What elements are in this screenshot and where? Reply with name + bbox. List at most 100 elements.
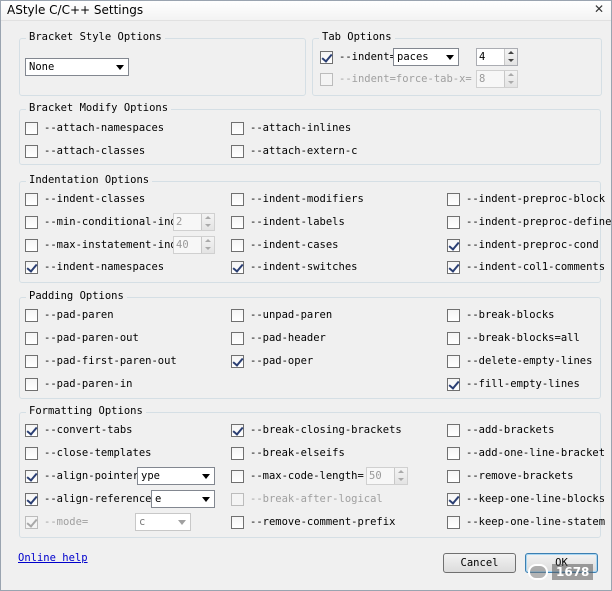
checkbox-box[interactable] bbox=[231, 331, 244, 345]
bracket-style-select[interactable]: None bbox=[25, 58, 129, 76]
max-instatement-checkbox[interactable]: --max-instatement-inde bbox=[25, 237, 183, 253]
max-instatement-spinner[interactable]: 40 bbox=[173, 236, 215, 254]
checkbox-box[interactable] bbox=[447, 515, 460, 529]
spinner-arrows-icon[interactable] bbox=[504, 71, 517, 87]
attach-classes-checkbox[interactable]: --attach-classes bbox=[25, 143, 145, 159]
checkbox-box[interactable] bbox=[231, 238, 244, 252]
spinner-arrows-icon[interactable] bbox=[201, 214, 214, 230]
checkbox-box[interactable] bbox=[320, 50, 333, 64]
add-one-line-bracket-checkbox[interactable]: --add-one-line-bracket bbox=[447, 445, 605, 461]
keep-one-line-blocks-checkbox[interactable]: --keep-one-line-blocks bbox=[447, 491, 605, 507]
indent-classes-checkbox[interactable]: --indent-classes bbox=[25, 191, 145, 207]
checkbox-box[interactable] bbox=[231, 354, 244, 368]
checkbox-box[interactable] bbox=[447, 192, 460, 206]
checkbox-box[interactable] bbox=[447, 377, 460, 391]
checkbox-box[interactable] bbox=[25, 377, 38, 391]
checkbox-box[interactable] bbox=[25, 121, 38, 135]
indent-mode-select[interactable]: paces bbox=[393, 48, 459, 66]
checkbox-box[interactable] bbox=[231, 423, 244, 437]
checkbox-box[interactable] bbox=[447, 331, 460, 345]
remove-brackets-checkbox[interactable]: --remove-brackets bbox=[447, 468, 573, 484]
max-code-length-checkbox[interactable]: --max-code-length= bbox=[231, 468, 364, 484]
checkbox-box[interactable] bbox=[25, 446, 38, 460]
break-closing-brackets-checkbox[interactable]: --break-closing-brackets bbox=[231, 422, 402, 438]
pad-header-checkbox[interactable]: --pad-header bbox=[231, 330, 326, 346]
cancel-button[interactable]: Cancel bbox=[443, 553, 516, 573]
indent-cases-checkbox[interactable]: --indent-cases bbox=[231, 237, 339, 253]
align-pointer-select[interactable]: ype bbox=[137, 467, 215, 485]
indent-switches-checkbox[interactable]: --indent-switches bbox=[231, 259, 357, 275]
indent-preproc-cond-checkbox[interactable]: --indent-preproc-cond bbox=[447, 237, 599, 253]
indent-labels-checkbox[interactable]: --indent-labels bbox=[231, 214, 345, 230]
add-brackets-checkbox[interactable]: --add-brackets bbox=[447, 422, 555, 438]
checkbox-box[interactable] bbox=[447, 469, 460, 483]
checkbox-box[interactable] bbox=[320, 72, 333, 86]
remove-comment-prefix-checkbox[interactable]: --remove-comment-prefix bbox=[231, 514, 395, 530]
indent-checkbox[interactable]: --indent= bbox=[320, 49, 396, 65]
force-tab-spinner[interactable]: 8 bbox=[476, 70, 518, 88]
checkbox-box[interactable] bbox=[25, 192, 38, 206]
break-blocks-checkbox[interactable]: --break-blocks bbox=[447, 307, 555, 323]
delete-empty-lines-checkbox[interactable]: --delete-empty-lines bbox=[447, 353, 592, 369]
close-icon[interactable]: ✕ bbox=[591, 1, 607, 17]
checkbox-box[interactable] bbox=[25, 515, 38, 529]
indent-namespaces-checkbox[interactable]: --indent-namespaces bbox=[25, 259, 164, 275]
checkbox-box[interactable] bbox=[231, 446, 244, 460]
close-templates-checkbox[interactable]: --close-templates bbox=[25, 445, 151, 461]
checkbox-box[interactable] bbox=[231, 260, 244, 274]
fill-empty-lines-checkbox[interactable]: --fill-empty-lines bbox=[447, 376, 580, 392]
indent-preproc-block-checkbox[interactable]: --indent-preproc-block bbox=[447, 191, 605, 207]
checkbox-box[interactable] bbox=[447, 423, 460, 437]
spinner-arrows-icon[interactable] bbox=[394, 468, 407, 484]
align-reference-checkbox[interactable]: --align-reference= bbox=[25, 491, 158, 507]
checkbox-box[interactable] bbox=[447, 260, 460, 274]
force-tab-checkbox[interactable]: --indent=force-tab-x= bbox=[320, 71, 472, 87]
keep-one-line-statements-checkbox[interactable]: --keep-one-line-statem bbox=[447, 514, 605, 530]
break-blocks-all-checkbox[interactable]: --break-blocks=all bbox=[447, 330, 580, 346]
indent-preproc-define-checkbox[interactable]: --indent-preproc-define bbox=[447, 214, 611, 230]
pad-first-paren-out-checkbox[interactable]: --pad-first-paren-out bbox=[25, 353, 177, 369]
indent-size-spinner[interactable]: 4 bbox=[476, 48, 518, 66]
align-pointer-checkbox[interactable]: --align-pointer= bbox=[25, 468, 145, 484]
checkbox-box[interactable] bbox=[447, 215, 460, 229]
pad-paren-in-checkbox[interactable]: --pad-paren-in bbox=[25, 376, 133, 392]
pad-paren-checkbox[interactable]: --pad-paren bbox=[25, 307, 114, 323]
min-conditional-spinner[interactable]: 2 bbox=[173, 213, 215, 231]
checkbox-box[interactable] bbox=[231, 492, 244, 506]
max-code-length-spinner[interactable]: 50 bbox=[366, 467, 408, 485]
checkbox-box[interactable] bbox=[231, 308, 244, 322]
spinner-arrows-icon[interactable] bbox=[504, 49, 517, 65]
checkbox-box[interactable] bbox=[231, 144, 244, 158]
convert-tabs-checkbox[interactable]: --convert-tabs bbox=[25, 422, 133, 438]
checkbox-box[interactable] bbox=[231, 515, 244, 529]
mode-checkbox[interactable]: --mode= bbox=[25, 514, 88, 530]
checkbox-box[interactable] bbox=[25, 308, 38, 322]
indent-col1-comments-checkbox[interactable]: --indent-col1-comments bbox=[447, 259, 605, 275]
min-conditional-checkbox[interactable]: --min-conditional-inde bbox=[25, 214, 183, 230]
spinner-arrows-icon[interactable] bbox=[201, 237, 214, 253]
mode-select[interactable]: c bbox=[135, 513, 191, 531]
checkbox-box[interactable] bbox=[25, 331, 38, 345]
unpad-paren-checkbox[interactable]: --unpad-paren bbox=[231, 307, 332, 323]
checkbox-box[interactable] bbox=[447, 446, 460, 460]
checkbox-box[interactable] bbox=[447, 238, 460, 252]
checkbox-box[interactable] bbox=[231, 121, 244, 135]
pad-paren-out-checkbox[interactable]: --pad-paren-out bbox=[25, 330, 139, 346]
checkbox-box[interactable] bbox=[231, 469, 244, 483]
align-reference-select[interactable]: e bbox=[151, 490, 215, 508]
checkbox-box[interactable] bbox=[231, 215, 244, 229]
indent-modifiers-checkbox[interactable]: --indent-modifiers bbox=[231, 191, 364, 207]
attach-inlines-checkbox[interactable]: --attach-inlines bbox=[231, 120, 351, 136]
checkbox-box[interactable] bbox=[25, 215, 38, 229]
checkbox-box[interactable] bbox=[25, 260, 38, 274]
checkbox-box[interactable] bbox=[25, 144, 38, 158]
checkbox-box[interactable] bbox=[25, 238, 38, 252]
checkbox-box[interactable] bbox=[25, 492, 38, 506]
online-help-link[interactable]: Online help bbox=[18, 552, 88, 564]
checkbox-box[interactable] bbox=[447, 308, 460, 322]
checkbox-box[interactable] bbox=[25, 354, 38, 368]
attach-namespaces-checkbox[interactable]: --attach-namespaces bbox=[25, 120, 164, 136]
checkbox-box[interactable] bbox=[25, 423, 38, 437]
checkbox-box[interactable] bbox=[231, 192, 244, 206]
checkbox-box[interactable] bbox=[25, 469, 38, 483]
